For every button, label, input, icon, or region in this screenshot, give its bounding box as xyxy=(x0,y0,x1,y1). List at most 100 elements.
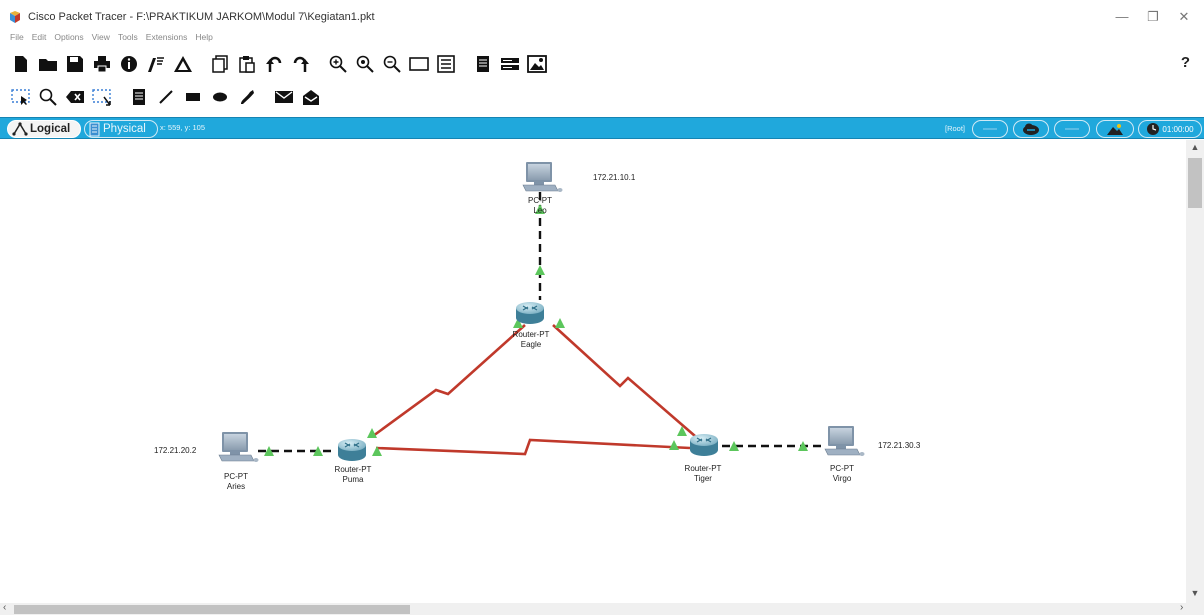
ip-note-aries: 172.21.20.2 xyxy=(154,446,197,455)
delete-tool-button[interactable] xyxy=(64,86,86,108)
cloud-cluster-icon xyxy=(1023,123,1039,135)
new-button[interactable] xyxy=(10,53,32,75)
copy-icon xyxy=(212,55,228,73)
undo-icon xyxy=(266,56,282,72)
minimize-button[interactable]: — xyxy=(1112,8,1132,26)
simple-pdu-button[interactable] xyxy=(273,86,295,108)
root-breadcrumb[interactable]: [Root] xyxy=(945,124,965,133)
freeform-button[interactable] xyxy=(236,86,258,108)
drawing-palette-button[interactable] xyxy=(408,53,430,75)
device-name: Tiger xyxy=(694,474,712,483)
menu-extensions[interactable]: Extensions xyxy=(146,32,188,46)
logical-workspace-canvas[interactable]: PC-PT Leo 172.21.10.1 Router-PT Eagle PC… xyxy=(0,140,1186,603)
serial-link-puma-tiger[interactable] xyxy=(375,438,691,456)
resize-icon xyxy=(92,89,111,106)
serial-link-eagle-tiger[interactable] xyxy=(552,324,696,437)
zoom-in-icon xyxy=(329,55,347,73)
zoom-reset-button[interactable] xyxy=(354,53,376,75)
activity-wizard-button[interactable] xyxy=(145,53,167,75)
window-title: Cisco Packet Tracer - F:\PRAKTIKUM JARKO… xyxy=(28,11,375,23)
serial-link-eagle-puma[interactable] xyxy=(372,324,526,438)
open-icon xyxy=(39,59,57,71)
screenshot-button[interactable] xyxy=(526,53,548,75)
place-note-button[interactable] xyxy=(128,86,150,108)
zoom-in-button[interactable] xyxy=(327,53,349,75)
tab-physical[interactable]: Physical xyxy=(84,120,158,138)
redo-button[interactable] xyxy=(290,53,312,75)
horizontal-scrollbar[interactable]: ‹ › xyxy=(0,602,1204,615)
menu-edit[interactable]: Edit xyxy=(32,32,47,46)
print-button[interactable] xyxy=(91,53,113,75)
device-name: Leo xyxy=(533,206,547,215)
realtime-clock[interactable]: 01:00:00 xyxy=(1138,120,1202,138)
tab-logical[interactable]: Logical xyxy=(7,120,81,138)
inspect-tool-button[interactable] xyxy=(37,86,59,108)
draw-line-button[interactable] xyxy=(155,86,177,108)
select-tool-button[interactable] xyxy=(10,86,32,108)
scroll-down-icon[interactable]: ▼ xyxy=(1186,588,1204,598)
notes-button[interactable] xyxy=(472,53,494,75)
router-eagle-icon[interactable] xyxy=(516,302,544,324)
background-image-icon xyxy=(1107,124,1123,135)
menu-help[interactable]: Help xyxy=(195,32,212,46)
info-button[interactable] xyxy=(118,53,140,75)
pc-aries-icon[interactable] xyxy=(218,432,259,462)
save-button[interactable] xyxy=(64,53,86,75)
redo-icon xyxy=(293,56,309,72)
help-button[interactable]: ? xyxy=(1181,54,1190,71)
menu-options[interactable]: Options xyxy=(54,32,83,46)
topology-drawing xyxy=(218,162,865,462)
info-icon xyxy=(121,56,137,72)
move-object-button[interactable] xyxy=(1054,120,1090,138)
activity-wizard-icon xyxy=(148,57,164,72)
scroll-left-icon[interactable]: ‹ xyxy=(3,602,6,613)
scroll-right-icon[interactable]: › xyxy=(1180,602,1183,613)
menu-tools[interactable]: Tools xyxy=(118,32,138,46)
navigation-button[interactable] xyxy=(972,120,1008,138)
open-button[interactable] xyxy=(37,53,59,75)
device-model: PC-PT xyxy=(528,196,552,205)
maximize-button[interactable]: ❐ xyxy=(1143,8,1163,26)
ip-note-virgo: 172.21.30.3 xyxy=(878,441,921,450)
pc-virgo-icon[interactable] xyxy=(824,426,865,456)
horizontal-scroll-thumb[interactable] xyxy=(14,605,410,614)
pc-leo-icon[interactable] xyxy=(522,162,563,192)
multiuser-icon xyxy=(501,58,519,70)
close-button[interactable]: ✕ xyxy=(1174,8,1194,26)
title-bar: Cisco Packet Tracer - F:\PRAKTIKUM JARKO… xyxy=(0,0,1204,30)
resize-tool-button[interactable] xyxy=(91,86,113,108)
multiuser-button[interactable] xyxy=(499,53,521,75)
cluster-button[interactable] xyxy=(1013,120,1049,138)
copy-button[interactable] xyxy=(209,53,231,75)
draw-ellipse-icon xyxy=(213,92,227,102)
menu-file[interactable]: File xyxy=(10,32,24,46)
menu-bar: File Edit Options View Tools Extensions … xyxy=(10,32,213,46)
paste-button[interactable] xyxy=(236,53,258,75)
custom-devices-dialog-button[interactable] xyxy=(435,53,457,75)
set-background-button[interactable] xyxy=(1096,120,1134,138)
device-name: Eagle xyxy=(520,340,542,349)
router-tiger-icon[interactable] xyxy=(690,434,718,456)
clock-time: 01:00:00 xyxy=(1162,124,1194,134)
draw-rectangle-button[interactable] xyxy=(182,86,204,108)
paste-icon xyxy=(239,56,255,73)
vertical-scroll-thumb[interactable] xyxy=(1188,158,1202,208)
device-label-puma: Router-PT Puma xyxy=(335,465,372,485)
device-model: PC-PT xyxy=(224,472,248,481)
custom-device-button[interactable] xyxy=(172,53,194,75)
complex-pdu-button[interactable] xyxy=(300,86,322,108)
cursor-coordinates: x: 559, y: 105 xyxy=(160,123,206,132)
zoom-out-button[interactable] xyxy=(381,53,403,75)
undo-button[interactable] xyxy=(263,53,285,75)
router-puma-icon[interactable] xyxy=(338,439,366,461)
vertical-scrollbar[interactable]: ▲ ▼ xyxy=(1186,140,1204,603)
draw-ellipse-button[interactable] xyxy=(209,86,231,108)
navigation-icon xyxy=(983,128,997,130)
scroll-up-icon[interactable]: ▲ xyxy=(1186,142,1204,152)
menu-view[interactable]: View xyxy=(92,32,110,46)
complex-pdu-icon xyxy=(303,90,319,105)
packet-tracer-logo-icon xyxy=(10,11,20,23)
new-icon xyxy=(15,56,27,72)
tab-logical-label: Logical xyxy=(30,123,71,135)
zoom-out-icon xyxy=(383,55,401,73)
